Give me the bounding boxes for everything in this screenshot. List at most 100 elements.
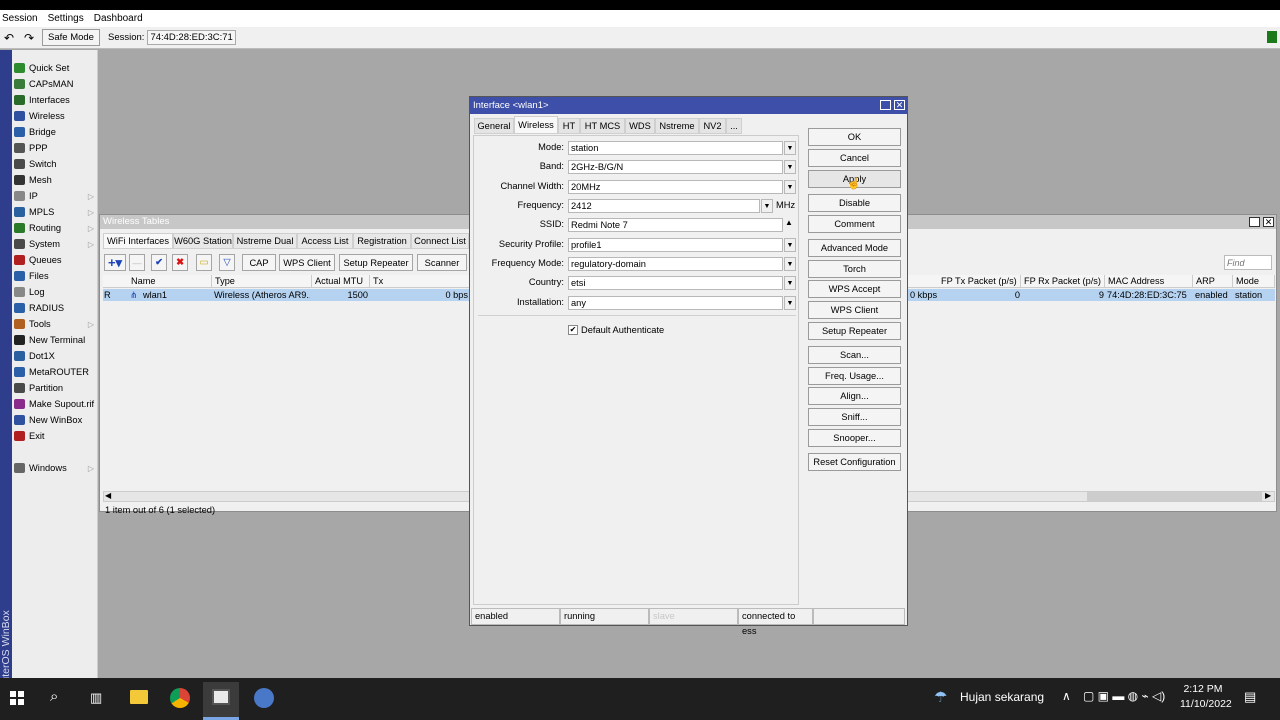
col-mode[interactable]: Mode: [1233, 275, 1275, 288]
dropdown-arrow-icon[interactable]: ▼: [784, 257, 796, 271]
menu-session[interactable]: Session: [0, 13, 40, 24]
cap-button[interactable]: CAP: [242, 254, 276, 271]
maximize-icon[interactable]: [1249, 217, 1260, 227]
remove-icon[interactable]: —: [129, 254, 145, 271]
collapse-arrow-icon[interactable]: ▲: [785, 218, 793, 227]
default-authenticate-checkbox[interactable]: ✔: [568, 325, 578, 335]
wps-client-button[interactable]: WPS Client: [808, 301, 901, 319]
align-button[interactable]: Align...: [808, 387, 901, 405]
tab-wds[interactable]: WDS: [625, 118, 655, 134]
tab-w60g-station[interactable]: W60G Station: [173, 233, 233, 249]
scanner-button[interactable]: Scanner: [417, 254, 467, 271]
ok-button[interactable]: OK: [808, 128, 901, 146]
sidebar-item-log[interactable]: Log: [14, 284, 98, 300]
sidebar-item-wireless[interactable]: Wireless: [14, 108, 98, 124]
tab-connect-list[interactable]: Connect List: [411, 233, 469, 249]
file-explorer-icon[interactable]: [130, 690, 148, 704]
dropdown-arrow-icon[interactable]: ▼: [784, 296, 796, 310]
setup-repeater-button[interactable]: Setup Repeater: [339, 254, 413, 271]
tab-ht[interactable]: HT: [558, 118, 580, 134]
setup-repeater-button[interactable]: Setup Repeater: [808, 322, 901, 340]
sidebar-item-mesh[interactable]: Mesh: [14, 172, 98, 188]
sidebar-item-queues[interactable]: Queues: [14, 252, 98, 268]
task-view-icon[interactable]: ▥: [90, 690, 102, 706]
installation-select[interactable]: any: [568, 296, 783, 310]
col-arp[interactable]: ARP: [1193, 275, 1233, 288]
app-icon[interactable]: [254, 688, 274, 708]
weather-text[interactable]: Hujan sekarang: [960, 690, 1044, 704]
sidebar-item-exit[interactable]: Exit: [14, 428, 98, 444]
sidebar-item-switch[interactable]: Switch: [14, 156, 98, 172]
find-input[interactable]: [1224, 255, 1272, 270]
tab-ht-mcs[interactable]: HT MCS: [580, 118, 625, 134]
sidebar-item-tools[interactable]: Tools ▷: [14, 316, 98, 332]
dropdown-arrow-icon[interactable]: ▼: [761, 199, 773, 213]
add-icon[interactable]: +▾: [104, 254, 126, 271]
advanced-mode-button[interactable]: Advanced Mode: [808, 239, 901, 257]
redo-icon[interactable]: ↷: [22, 29, 36, 46]
chrome-icon[interactable]: [170, 688, 190, 708]
clock-time[interactable]: 2:12 PM: [1180, 683, 1226, 695]
torch-button[interactable]: Torch: [808, 260, 901, 278]
disable-button[interactable]: Disable: [808, 194, 901, 212]
band-select[interactable]: 2GHz-B/G/N: [568, 160, 783, 174]
tab-more[interactable]: ...: [726, 118, 742, 134]
country-select[interactable]: etsi: [568, 276, 783, 290]
close-icon[interactable]: ✕: [894, 100, 905, 110]
sidebar-item-bridge[interactable]: Bridge: [14, 124, 98, 140]
ssid-input[interactable]: Redmi Note 7: [568, 218, 783, 232]
sidebar-item-new-winbox[interactable]: New WinBox: [14, 412, 98, 428]
notifications-icon[interactable]: ▤: [1244, 689, 1256, 705]
reset-configuration-button[interactable]: Reset Configuration: [808, 453, 901, 471]
tab-nstreme-dual[interactable]: Nstreme Dual: [233, 233, 297, 249]
frequency-mode-select[interactable]: regulatory-domain: [568, 257, 783, 271]
dropdown-arrow-icon[interactable]: ▼: [784, 180, 796, 194]
sidebar-item-quick-set[interactable]: Quick Set: [14, 60, 98, 76]
col-type[interactable]: Type: [212, 275, 312, 288]
channel-width-select[interactable]: 20MHz: [568, 180, 783, 194]
sidebar-item-ip[interactable]: IP ▷: [14, 188, 98, 204]
maximize-icon[interactable]: [880, 100, 891, 110]
tab-nv2[interactable]: NV2: [699, 118, 726, 134]
sidebar-item-routing[interactable]: Routing ▷: [14, 220, 98, 236]
sidebar-item-mpls[interactable]: MPLS ▷: [14, 204, 98, 220]
freq-usage-button[interactable]: Freq. Usage...: [808, 367, 901, 385]
safe-mode-button[interactable]: Safe Mode: [42, 29, 100, 46]
sidebar-item-new-terminal[interactable]: New Terminal: [14, 332, 98, 348]
dropdown-arrow-icon[interactable]: ▼: [784, 141, 796, 155]
sidebar-item-make-supout[interactable]: Make Supout.rif: [14, 396, 98, 412]
tab-registration[interactable]: Registration: [353, 233, 411, 249]
col-mac[interactable]: MAC Address: [1105, 275, 1193, 288]
scroll-left-icon[interactable]: ◀: [105, 491, 111, 500]
wps-accept-button[interactable]: WPS Accept: [808, 280, 901, 298]
undo-icon[interactable]: ↶: [2, 29, 16, 46]
frequency-select[interactable]: 2412: [568, 199, 760, 213]
col-actual-mtu[interactable]: Actual MTU: [312, 275, 370, 288]
sidebar-item-partition[interactable]: Partition: [14, 380, 98, 396]
sidebar-item-metarouter[interactable]: MetaROUTER: [14, 364, 98, 380]
menu-dashboard[interactable]: Dashboard: [92, 13, 145, 24]
col-name[interactable]: Name: [128, 275, 212, 288]
sidebar-item-dot1x[interactable]: Dot1X: [14, 348, 98, 364]
col-tx[interactable]: Tx: [370, 275, 470, 288]
sidebar-item-radius[interactable]: RADIUS: [14, 300, 98, 316]
tab-access-list[interactable]: Access List: [297, 233, 353, 249]
sidebar-item-windows[interactable]: Windows ▷: [14, 460, 98, 476]
mode-select[interactable]: station: [568, 141, 783, 155]
comment-icon[interactable]: ▭: [196, 254, 212, 271]
col-fp-rx[interactable]: FP Rx Packet (p/s): [1021, 275, 1105, 288]
scroll-right-icon[interactable]: ▶: [1265, 491, 1271, 500]
menu-settings[interactable]: Settings: [46, 13, 86, 24]
wps-client-button[interactable]: WPS Client: [279, 254, 335, 271]
scrollbar-thumb[interactable]: [1087, 492, 1262, 501]
sidebar-item-system[interactable]: System ▷: [14, 236, 98, 252]
dropdown-arrow-icon[interactable]: ▼: [784, 160, 796, 174]
security-profile-select[interactable]: profile1: [568, 238, 783, 252]
cancel-button[interactable]: Cancel: [808, 149, 901, 167]
sidebar-item-capsman[interactable]: CAPsMAN: [14, 76, 98, 92]
col-fp-tx[interactable]: FP Tx Packet (p/s): [938, 275, 1021, 288]
dropdown-arrow-icon[interactable]: ▼: [784, 276, 796, 290]
search-icon[interactable]: ⌕: [50, 688, 58, 705]
dropdown-arrow-icon[interactable]: ▼: [784, 238, 796, 252]
chevron-up-icon[interactable]: ∧: [1062, 689, 1071, 703]
